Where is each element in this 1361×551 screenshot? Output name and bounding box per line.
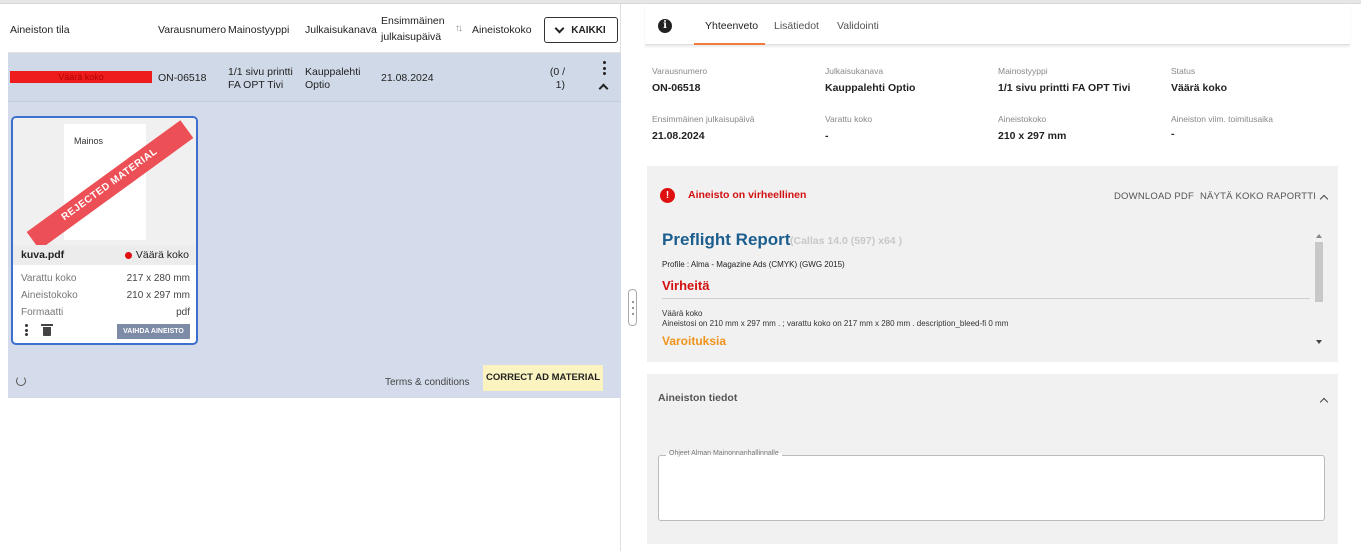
row-julkaisukanava: Kauppalehti Optio [305, 66, 361, 91]
row-julkaisupaiva: 21.08.2024 [381, 72, 434, 84]
tab-validointi[interactable]: Validointi [837, 20, 879, 32]
divider [662, 298, 1310, 299]
replace-material-button[interactable]: VAIHDA AINEISTO [117, 324, 190, 339]
correct-ad-material-button[interactable]: CORRECT AD MATERIAL [483, 365, 603, 391]
tab-yhteenveto[interactable]: Yhteenveto [705, 20, 758, 32]
file-info-bar: kuva.pdf Väärä koko [13, 245, 196, 265]
panel-resize-handle[interactable] [628, 289, 637, 326]
chevron-up-icon[interactable] [598, 83, 609, 94]
chevron-down-icon [554, 23, 565, 34]
scroll-thumb[interactable] [1315, 242, 1323, 302]
report-scrollbar[interactable] [1313, 234, 1323, 348]
error-dot-icon [124, 251, 132, 259]
filter-all-button[interactable]: KAIKKI [544, 17, 618, 43]
more-vertical-icon[interactable] [25, 324, 29, 336]
value-mainostyyppi: 1/1 sivu printti FA OPT Tivi [998, 82, 1131, 94]
row-aineistokoko: (0 / 1) [549, 66, 565, 91]
tab-lisatiedot[interactable]: Lisätiedot [774, 20, 819, 32]
terms-link[interactable]: Terms & conditions [385, 377, 469, 388]
value-status: Väärä koko [1171, 82, 1228, 94]
row-expanded-area: Mainos REJECTED MATERIAL kuva.pdf Väärä … [8, 102, 621, 398]
status-badge: Väärä koko [10, 71, 152, 83]
error-panel: ! Aineisto on virheellinen DOWNLOAD PDF … [647, 166, 1338, 362]
value-varausnumero: ON-06518 [652, 82, 701, 94]
error-detail: Aineistosi on 210 mm x 297 mm . ; varatt… [662, 319, 1009, 328]
header-julkaisukanava[interactable]: Julkaisukanava [305, 22, 377, 38]
error-title: Aineisto on virheellinen [688, 189, 807, 201]
value-toimitusaika: - [1171, 128, 1175, 140]
instructions-textarea[interactable] [659, 456, 1324, 520]
sort-icon[interactable]: ↑↓ [455, 23, 463, 34]
instructions-field[interactable]: Ohjeet Alman Mainonnanhallinnalle [658, 450, 1325, 521]
label-ensimmainen-julkaisupaiva: Ensimmäinen julkaisupäivä [652, 114, 755, 124]
material-card[interactable]: Mainos REJECTED MATERIAL kuva.pdf Väärä … [11, 116, 198, 345]
table-header: Aineiston tila Varausnumero Mainostyyppi… [8, 4, 621, 53]
material-list-panel: Aineiston tila Varausnumero Mainostyyppi… [8, 4, 621, 551]
header-aineiston-tila[interactable]: Aineiston tila [10, 22, 70, 38]
warnings-heading: Varoituksia [662, 334, 727, 348]
tab-bar: i Yhteenveto Lisätiedot Validointi [645, 4, 1350, 45]
file-status: Väärä koko [124, 249, 189, 261]
value-julkaisukanava: Kauppalehti Optio [825, 82, 916, 94]
label-varattu-koko: Varattu koko [825, 114, 873, 124]
value-ensimmainen-julkaisupaiva: 21.08.2024 [652, 130, 705, 142]
header-varausnumero[interactable]: Varausnumero [158, 22, 226, 38]
scroll-down-arrow-icon[interactable] [1316, 340, 1322, 344]
row-varausnumero: ON-06518 [158, 72, 207, 84]
active-tab-indicator [694, 43, 765, 45]
chevron-up-icon[interactable] [1319, 397, 1329, 407]
value-aineistokoko: 210 x 297 mm [998, 130, 1067, 142]
label-varausnumero: Varausnumero [652, 66, 708, 76]
label-toimitusaika: Aineiston viim. toimitusaika [1171, 114, 1274, 124]
header-aineistokoko[interactable]: Aineistokoko [472, 22, 532, 38]
more-vertical-icon[interactable] [600, 61, 608, 75]
label-status: Status [1171, 66, 1196, 76]
value-varattu-koko: - [825, 130, 829, 142]
header-mainostyyppi[interactable]: Mainostyyppi [228, 22, 289, 38]
label-aineistokoko: Aineistokoko [998, 114, 1047, 124]
info-icon[interactable]: i [658, 19, 672, 33]
refresh-icon[interactable] [16, 376, 26, 386]
show-full-report-button[interactable]: NÄYTÄ KOKO RAPORTTI [1200, 191, 1316, 202]
label-mainostyyppi: Mainostyyppi [998, 66, 1048, 76]
material-details-panel: Aineiston tiedot Ohjeet Alman Mainonnanh… [647, 374, 1338, 544]
preflight-version: (Callas 14.0 (597) x64 ) [790, 235, 903, 247]
errors-heading: Virheitä [662, 278, 710, 293]
preflight-profile: Profile : Alma - Magazine Ads (CMYK) (GW… [662, 260, 845, 269]
download-pdf-button[interactable]: DOWNLOAD PDF [1114, 191, 1194, 202]
material-thumbnail[interactable]: Mainos REJECTED MATERIAL [13, 118, 196, 245]
error-icon: ! [660, 188, 675, 203]
row-mainostyyppi: 1/1 sivu printti FA OPT Tivi [228, 66, 293, 91]
details-title: Aineiston tiedot [658, 392, 738, 404]
preflight-report: Preflight Report (Callas 14.0 (597) x64 … [660, 224, 1325, 354]
label-julkaisukanava: Julkaisukanava [825, 66, 884, 76]
preflight-title: Preflight Report [662, 230, 791, 249]
detail-panel: i Yhteenveto Lisätiedot Validointi Varau… [645, 4, 1350, 551]
table-row[interactable]: Väärä koko ON-06518 1/1 sivu printti FA … [8, 53, 621, 102]
scroll-up-arrow-icon[interactable] [1316, 234, 1322, 238]
file-name: kuva.pdf [21, 249, 65, 261]
error-name: Väärä koko [662, 309, 703, 318]
chevron-up-icon[interactable] [1319, 194, 1329, 204]
trash-icon[interactable] [41, 324, 53, 336]
header-ensimmainen-julkaisupaiva[interactable]: Ensimmäinen julkaisupäivä [381, 13, 445, 45]
